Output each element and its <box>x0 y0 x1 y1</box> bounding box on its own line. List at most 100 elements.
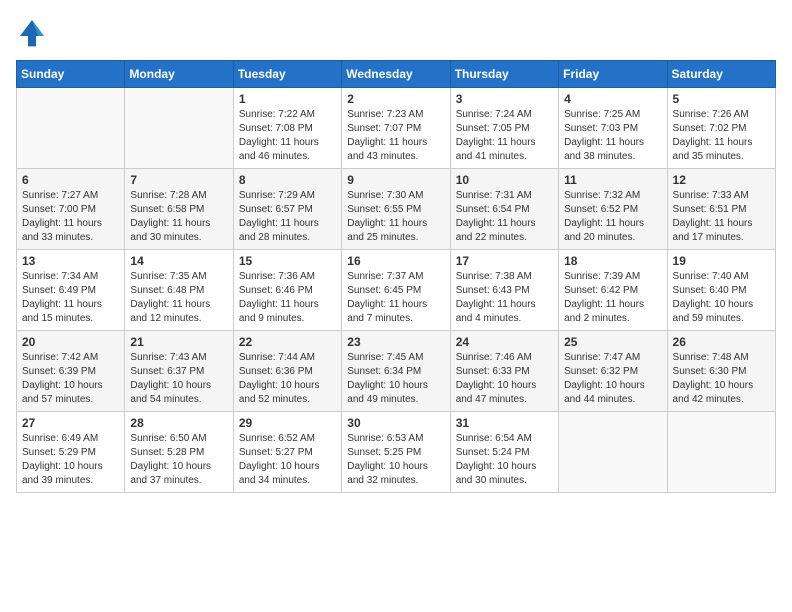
day-cell: 10Sunrise: 7:31 AM Sunset: 6:54 PM Dayli… <box>450 169 558 250</box>
day-cell: 30 Sunrise: 6:53 AM Sunset: 5:25 PM Dayli… <box>342 412 450 493</box>
day-info: Sunrise: 7:33 AM Sunset: 6:51 PM Dayligh… <box>673 189 770 245</box>
header-wednesday: Wednesday <box>342 61 450 88</box>
header-tuesday: Tuesday <box>233 61 341 88</box>
day-info: Sunrise: 7:39 AM Sunset: 6:42 PM Dayligh… <box>564 270 661 326</box>
day-number: 9 <box>347 173 444 187</box>
day-cell: 28 Sunrise: 6:50 AM Sunset: 5:28 PM Dayli… <box>125 412 233 493</box>
day-number: 6 <box>22 173 119 187</box>
day-cell: 4Sunrise: 7:25 AM Sunset: 7:03 PM Daylig… <box>559 88 667 169</box>
day-info: Sunrise: 7:47 AM Sunset: 6:32 PM Dayligh… <box>564 351 661 407</box>
day-cell: 21 Sunrise: 7:43 AM Sunset: 6:37 PM Dayli… <box>125 331 233 412</box>
day-info: Sunrise: 7:36 AM Sunset: 6:46 PM Dayligh… <box>239 270 336 326</box>
day-cell <box>559 412 667 493</box>
day-info: Sunrise: 7:48 AM Sunset: 6:30 PM Dayligh… <box>673 351 770 407</box>
day-info: Sunrise: 7:44 AM Sunset: 6:36 PM Dayligh… <box>239 351 336 407</box>
day-number: 17 <box>456 254 553 268</box>
day-cell: 12 Sunrise: 7:33 AM Sunset: 6:51 PM Dayli… <box>667 169 775 250</box>
day-cell: 2 Sunrise: 7:23 AM Sunset: 7:07 PM Daylig… <box>342 88 450 169</box>
day-info: Sunrise: 7:26 AM Sunset: 7:02 PM Dayligh… <box>673 108 770 164</box>
day-cell: 29 Sunrise: 6:52 AM Sunset: 5:27 PM Dayli… <box>233 412 341 493</box>
day-number: 12 <box>673 173 770 187</box>
day-info: Sunrise: 7:28 AM Sunset: 6:58 PM Dayligh… <box>130 189 227 245</box>
day-cell: 22 Sunrise: 7:44 AM Sunset: 6:36 PM Dayli… <box>233 331 341 412</box>
day-info: Sunrise: 7:35 AM Sunset: 6:48 PM Dayligh… <box>130 270 227 326</box>
day-number: 14 <box>130 254 227 268</box>
day-number: 29 <box>239 416 336 430</box>
day-cell: 26 Sunrise: 7:48 AM Sunset: 6:30 PM Dayli… <box>667 331 775 412</box>
day-cell: 9 Sunrise: 7:30 AM Sunset: 6:55 PM Daylig… <box>342 169 450 250</box>
header-monday: Monday <box>125 61 233 88</box>
day-cell: 11Sunrise: 7:32 AM Sunset: 6:52 PM Dayli… <box>559 169 667 250</box>
day-number: 8 <box>239 173 336 187</box>
day-cell: 23Sunrise: 7:45 AM Sunset: 6:34 PM Dayli… <box>342 331 450 412</box>
day-number: 25 <box>564 335 661 349</box>
day-number: 19 <box>673 254 770 268</box>
day-info: Sunrise: 6:50 AM Sunset: 5:28 PM Dayligh… <box>130 432 227 488</box>
day-number: 22 <box>239 335 336 349</box>
week-row-5: 27 Sunrise: 6:49 AM Sunset: 5:29 PM Dayli… <box>17 412 776 493</box>
day-info: Sunrise: 7:30 AM Sunset: 6:55 PM Dayligh… <box>347 189 444 245</box>
day-number: 5 <box>673 92 770 106</box>
day-cell: 18Sunrise: 7:39 AM Sunset: 6:42 PM Dayli… <box>559 250 667 331</box>
day-cell <box>125 88 233 169</box>
day-number: 15 <box>239 254 336 268</box>
calendar-header-row: SundayMondayTuesdayWednesdayThursdayFrid… <box>17 61 776 88</box>
day-cell: 27 Sunrise: 6:49 AM Sunset: 5:29 PM Dayli… <box>17 412 125 493</box>
day-info: Sunrise: 7:25 AM Sunset: 7:03 PM Dayligh… <box>564 108 661 164</box>
day-number: 21 <box>130 335 227 349</box>
day-info: Sunrise: 6:54 AM Sunset: 5:24 PM Dayligh… <box>456 432 553 488</box>
day-number: 27 <box>22 416 119 430</box>
day-info: Sunrise: 7:34 AM Sunset: 6:49 PM Dayligh… <box>22 270 119 326</box>
day-number: 16 <box>347 254 444 268</box>
day-cell: 3 Sunrise: 7:24 AM Sunset: 7:05 PM Daylig… <box>450 88 558 169</box>
day-cell: 19 Sunrise: 7:40 AM Sunset: 6:40 PM Dayli… <box>667 250 775 331</box>
header-friday: Friday <box>559 61 667 88</box>
day-cell: 8 Sunrise: 7:29 AM Sunset: 6:57 PM Daylig… <box>233 169 341 250</box>
day-info: Sunrise: 7:37 AM Sunset: 6:45 PM Dayligh… <box>347 270 444 326</box>
day-info: Sunrise: 7:27 AM Sunset: 7:00 PM Dayligh… <box>22 189 119 245</box>
day-cell: 5 Sunrise: 7:26 AM Sunset: 7:02 PM Daylig… <box>667 88 775 169</box>
day-number: 10 <box>456 173 553 187</box>
day-cell: 7 Sunrise: 7:28 AM Sunset: 6:58 PM Daylig… <box>125 169 233 250</box>
day-cell: 13 Sunrise: 7:34 AM Sunset: 6:49 PM Dayli… <box>17 250 125 331</box>
day-info: Sunrise: 7:43 AM Sunset: 6:37 PM Dayligh… <box>130 351 227 407</box>
day-cell: 25 Sunrise: 7:47 AM Sunset: 6:32 PM Dayli… <box>559 331 667 412</box>
day-info: Sunrise: 6:52 AM Sunset: 5:27 PM Dayligh… <box>239 432 336 488</box>
day-cell: 17Sunrise: 7:38 AM Sunset: 6:43 PM Dayli… <box>450 250 558 331</box>
header-thursday: Thursday <box>450 61 558 88</box>
day-number: 31 <box>456 416 553 430</box>
day-cell: 24 Sunrise: 7:46 AM Sunset: 6:33 PM Dayli… <box>450 331 558 412</box>
day-info: Sunrise: 7:46 AM Sunset: 6:33 PM Dayligh… <box>456 351 553 407</box>
day-number: 20 <box>22 335 119 349</box>
day-number: 3 <box>456 92 553 106</box>
day-number: 2 <box>347 92 444 106</box>
day-number: 24 <box>456 335 553 349</box>
day-info: Sunrise: 7:22 AM Sunset: 7:08 PM Dayligh… <box>239 108 336 164</box>
day-info: Sunrise: 7:29 AM Sunset: 6:57 PM Dayligh… <box>239 189 336 245</box>
day-number: 7 <box>130 173 227 187</box>
day-cell: 1 Sunrise: 7:22 AM Sunset: 7:08 PM Daylig… <box>233 88 341 169</box>
day-info: Sunrise: 7:23 AM Sunset: 7:07 PM Dayligh… <box>347 108 444 164</box>
day-number: 1 <box>239 92 336 106</box>
day-number: 28 <box>130 416 227 430</box>
day-info: Sunrise: 7:32 AM Sunset: 6:52 PM Dayligh… <box>564 189 661 245</box>
day-cell: 20 Sunrise: 7:42 AM Sunset: 6:39 PM Dayli… <box>17 331 125 412</box>
day-info: Sunrise: 6:53 AM Sunset: 5:25 PM Dayligh… <box>347 432 444 488</box>
logo-icon <box>16 16 48 48</box>
header-saturday: Saturday <box>667 61 775 88</box>
day-number: 30 <box>347 416 444 430</box>
day-info: Sunrise: 6:49 AM Sunset: 5:29 PM Dayligh… <box>22 432 119 488</box>
day-number: 13 <box>22 254 119 268</box>
logo <box>16 16 52 48</box>
day-cell <box>667 412 775 493</box>
day-number: 26 <box>673 335 770 349</box>
day-cell: 14 Sunrise: 7:35 AM Sunset: 6:48 PM Dayli… <box>125 250 233 331</box>
header-sunday: Sunday <box>17 61 125 88</box>
calendar-table: SundayMondayTuesdayWednesdayThursdayFrid… <box>16 60 776 493</box>
day-number: 23 <box>347 335 444 349</box>
day-info: Sunrise: 7:40 AM Sunset: 6:40 PM Dayligh… <box>673 270 770 326</box>
day-info: Sunrise: 7:42 AM Sunset: 6:39 PM Dayligh… <box>22 351 119 407</box>
week-row-2: 6 Sunrise: 7:27 AM Sunset: 7:00 PM Daylig… <box>17 169 776 250</box>
day-info: Sunrise: 7:24 AM Sunset: 7:05 PM Dayligh… <box>456 108 553 164</box>
page-header <box>16 16 776 48</box>
